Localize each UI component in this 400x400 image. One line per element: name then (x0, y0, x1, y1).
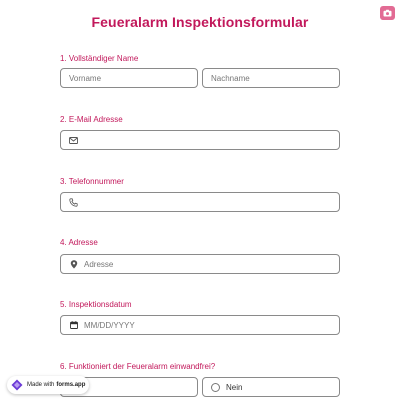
last-name-input[interactable]: Nachname (202, 68, 340, 88)
made-with-text: Made with (27, 382, 55, 388)
first-name-input[interactable]: Vorname (60, 68, 198, 88)
location-pin-icon (69, 259, 78, 269)
phone-input[interactable] (60, 192, 340, 212)
address-input[interactable]: Adresse (60, 254, 340, 274)
last-name-placeholder: Nachname (211, 73, 250, 83)
date-placeholder: MM/DD/YYYY (84, 320, 135, 330)
question-phone-label: 3. Telefonnummer (60, 177, 124, 186)
forms-app-badge[interactable]: Made with forms.app (7, 376, 89, 394)
calendar-icon (69, 321, 78, 330)
inspection-date-input[interactable]: MM/DD/YYYY (60, 315, 340, 335)
brand-name: forms.app (56, 382, 86, 388)
form-title: Feueralarm Inspektionsformular (91, 14, 309, 30)
option-no-label: Nein (226, 382, 243, 392)
question-date-label: 5. Inspektionsdatum (60, 300, 132, 309)
question-full-name-label: 1. Vollständiger Name (60, 54, 139, 63)
question-alarm-working-label: 6. Funktioniert der Feueralarm einwandfr… (60, 362, 216, 371)
forms-app-logo-icon (11, 379, 23, 391)
option-no[interactable]: Nein (202, 377, 340, 397)
radio-no[interactable] (211, 382, 220, 392)
mail-icon (69, 136, 78, 145)
question-email-label: 2. E-Mail Adresse (60, 115, 123, 124)
address-placeholder: Adresse (84, 259, 114, 269)
question-address-label: 4. Adresse (60, 238, 98, 247)
phone-icon (69, 197, 78, 207)
form-page: Feueralarm Inspektionsformular 1. Vollst… (0, 0, 400, 400)
first-name-placeholder: Vorname (69, 73, 102, 83)
email-input[interactable] (60, 130, 340, 150)
